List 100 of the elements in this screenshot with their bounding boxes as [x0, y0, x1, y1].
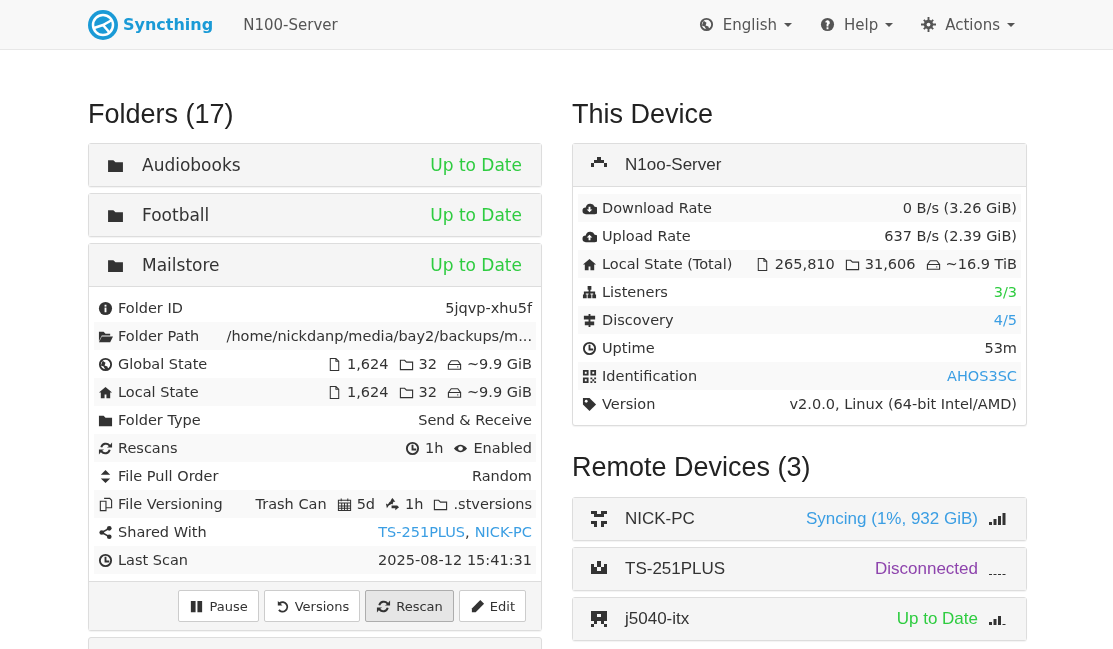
identicon-icon: [591, 511, 607, 527]
folder-header[interactable]: Football Up to Date: [89, 194, 541, 236]
file-icon: [327, 356, 342, 372]
row-label: Discovery: [602, 312, 674, 328]
calendar-icon: [336, 496, 352, 512]
folder-name: Football: [142, 205, 211, 225]
row-label: Version: [602, 396, 656, 412]
size-value: ~9.9 GiB: [466, 356, 532, 372]
file-count: 265,810: [774, 256, 835, 272]
row-value: 3/3: [993, 284, 1017, 300]
share-icon: [98, 524, 113, 540]
folder-status: Up to Date: [430, 155, 522, 175]
device-name: TS-251PLUS: [625, 559, 727, 579]
device-name: N1oo-Server: [625, 155, 723, 175]
folder-action-button[interactable]: Pause: [178, 590, 259, 622]
row-label: File Versioning: [118, 496, 223, 512]
menu-button[interactable]: Actions: [921, 15, 1015, 34]
identicon-icon: [591, 561, 607, 577]
row-label: Uptime: [602, 340, 655, 356]
device-header[interactable]: TS-251PLUS Disconnected: [573, 548, 1026, 590]
folder-name: Audiobooks: [142, 155, 242, 175]
file-count: 1,624: [347, 384, 389, 400]
caret-icon: [784, 22, 792, 27]
folder-header[interactable]: Mailstore Up to Date: [89, 244, 541, 287]
folder-count: 32: [418, 384, 437, 400]
row-label: Rescans: [118, 440, 178, 456]
info-icon: [98, 300, 113, 316]
tag-icon: [582, 396, 597, 412]
clock-icon: [582, 340, 597, 356]
folder-status: Up to Date: [430, 255, 522, 275]
row-value: 2025-08-12 15:41:31: [378, 552, 532, 568]
folder-action-button[interactable]: Versions: [263, 590, 361, 622]
row-label: Listeners: [602, 284, 668, 300]
watcher-status: Enabled: [473, 440, 532, 456]
device-status: Syncing (1%, 932 GiB): [806, 509, 978, 529]
keep-duration: 5d: [356, 496, 376, 512]
row-value: v2.0.0, Linux (64-bit Intel/AMD): [789, 396, 1017, 412]
row-label: Folder Path: [118, 328, 200, 344]
size-value: ~9.9 GiB: [466, 384, 532, 400]
row-value: 53m: [984, 340, 1017, 356]
row-value: 5jqvp-xhu5f: [445, 300, 532, 316]
device-name: NICK-PC: [625, 509, 696, 529]
row-value: 4/5: [993, 312, 1017, 328]
signpost-icon: [582, 312, 597, 328]
versions-path: .stversions: [453, 496, 532, 512]
globe-icon: [98, 356, 113, 372]
qr-code-icon: [582, 368, 597, 384]
cleanup-interval: 1h: [405, 496, 424, 512]
device-status: Up to Date: [896, 609, 978, 629]
network-icon: [582, 284, 597, 300]
row-label: Local State: [118, 384, 199, 400]
folder-count: 31,606: [864, 256, 916, 272]
row-value: Send & Receive: [418, 412, 532, 428]
gear-icon: [921, 17, 937, 32]
menu-button[interactable]: Help: [820, 15, 894, 34]
row-label: File Pull Order: [118, 468, 219, 484]
device-status: Disconnected: [875, 559, 978, 579]
refresh-icon: [98, 440, 113, 456]
row-label: Shared With: [118, 524, 207, 540]
row-value: /home/nickdanp/media/bay2/backups/m...: [226, 328, 532, 344]
separator: ,: [465, 524, 470, 540]
device-header[interactable]: j5040-itx Up to Date: [573, 598, 1026, 640]
row-label: Folder Type: [118, 412, 201, 428]
row-label: Global State: [118, 356, 208, 372]
pencil-icon: [469, 598, 485, 614]
section-heading: This Device: [572, 99, 715, 130]
folder-header[interactable]: Audiobooks Up to Date: [89, 144, 541, 186]
rescan-interval: 1h: [424, 440, 444, 456]
device-name: j5040-itx: [625, 609, 691, 629]
caret-icon: [1007, 22, 1015, 27]
globe-icon: [698, 17, 714, 32]
folder-status: Up to Date: [430, 205, 522, 225]
caret-icon: [885, 22, 894, 27]
section-heading: Remote Devices (3): [572, 452, 812, 483]
copy-icon: [98, 496, 113, 512]
row-value: 637 B/s (2.39 GiB): [884, 228, 1017, 244]
identicon-icon: [591, 611, 607, 627]
home-icon: [98, 384, 113, 400]
home-icon: [582, 256, 597, 272]
logo-icon[interactable]: [87, 8, 119, 41]
folder-count: 32: [418, 356, 437, 372]
clock-icon: [404, 440, 420, 456]
section-heading: Folders (17): [88, 99, 235, 130]
row-label: Local State (Total): [602, 256, 733, 272]
device-header[interactable]: NICK-PC Syncing (1%, 932 GiB): [573, 498, 1026, 540]
row-label: Download Rate: [602, 200, 712, 216]
menu-button[interactable]: English: [698, 15, 792, 34]
sort-icon: [98, 468, 113, 484]
folder-action-button[interactable]: Rescan: [365, 590, 454, 622]
clock-icon: [98, 552, 113, 568]
device-name: N100-Server: [243, 15, 338, 34]
refresh-icon: [376, 598, 392, 614]
file-count: 1,624: [347, 356, 389, 372]
row-label: Folder ID: [118, 300, 183, 316]
folder-action-button[interactable]: Edit: [458, 590, 526, 622]
row-label: Upload Rate: [602, 228, 691, 244]
folder-name: Mailstore: [142, 255, 221, 275]
row-label: Identification: [602, 368, 698, 384]
row-label: Last Scan: [118, 552, 189, 568]
versioning-type: Trash Can: [255, 496, 327, 512]
